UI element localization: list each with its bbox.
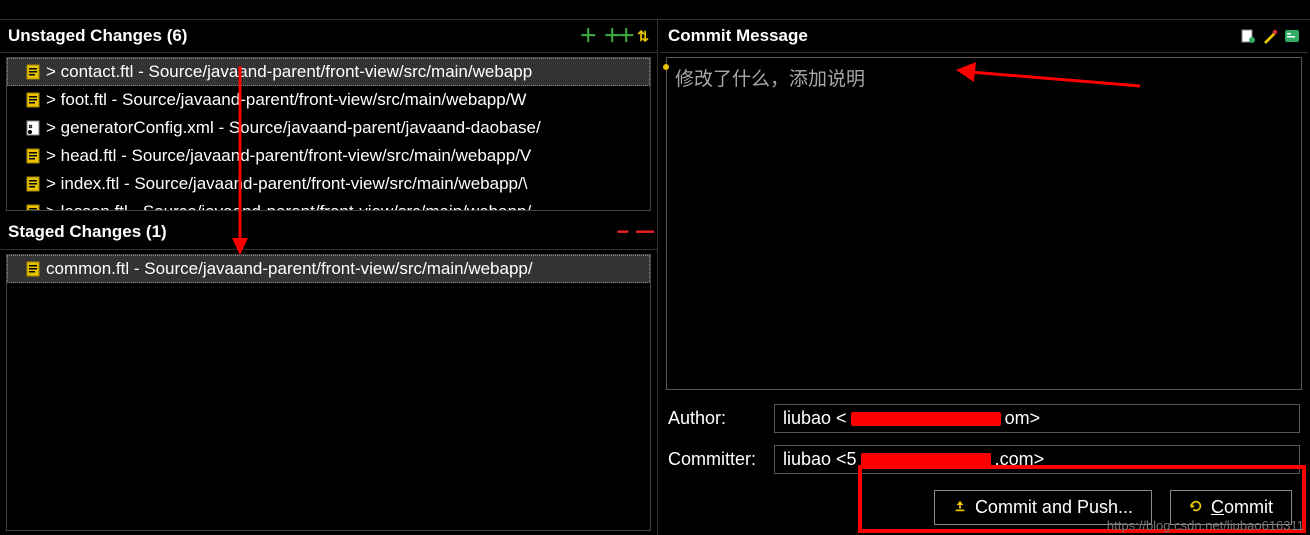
staged-list: common.ftl - Source/javaand-parent/front… <box>6 254 651 531</box>
author-prefix: liubao < <box>783 408 847 429</box>
amend-icon[interactable] <box>1240 28 1256 44</box>
committer-label: Committer: <box>668 449 766 470</box>
file-modified-icon <box>26 261 40 277</box>
upload-icon <box>953 497 967 518</box>
file-label: > contact.ftl - Source/javaand-parent/fr… <box>46 62 532 82</box>
watermark: https://blog.csdn.net/liubao616311 <box>1107 518 1304 533</box>
committer-suffix: .com> <box>995 449 1045 470</box>
sign-off-icon[interactable] <box>1262 28 1278 44</box>
file-row[interactable]: common.ftl - Source/javaand-parent/front… <box>7 255 650 283</box>
remove-all-icon[interactable]: −− <box>635 221 649 243</box>
unstaged-title: Unstaged Changes (6) <box>8 26 187 46</box>
marker-icon <box>663 64 669 70</box>
file-modified-icon <box>26 148 40 164</box>
add-selected-icon[interactable]: ＋ <box>579 27 597 45</box>
commit-push-label: Commit and Push... <box>975 497 1133 518</box>
file-label: common.ftl - Source/javaand-parent/front… <box>46 259 533 279</box>
commit-header-title: Commit Message <box>668 26 808 46</box>
file-modified-icon <box>26 204 40 211</box>
file-row[interactable]: > index.ftl - Source/javaand-parent/fron… <box>7 170 650 198</box>
unstaged-toolbar: ＋ ＋＋ ⇅ <box>579 27 649 45</box>
commit-placeholder: 修改了什么，添加说明 <box>675 69 865 90</box>
file-row[interactable]: > generatorConfig.xml - Source/javaand-p… <box>7 114 650 142</box>
commit-header: Commit Message <box>660 20 1308 53</box>
file-label: > head.ftl - Source/javaand-parent/front… <box>46 146 531 166</box>
staged-header: Staged Changes (1) − −− <box>0 215 657 250</box>
redacted-text <box>851 412 1001 426</box>
unstaged-header: Unstaged Changes (6) ＋ ＋＋ ⇅ <box>0 20 657 53</box>
author-field[interactable]: liubao < om> <box>774 404 1300 433</box>
author-suffix: om> <box>1005 408 1041 429</box>
top-bar <box>0 0 1310 20</box>
right-panel: Commit Message 修改了什么，添加说明 Author: liubao… <box>658 20 1310 535</box>
remove-selected-icon[interactable]: − <box>616 221 629 243</box>
file-label: > index.ftl - Source/javaand-parent/fron… <box>46 174 527 194</box>
file-modified-icon <box>26 176 40 192</box>
main-container: Unstaged Changes (6) ＋ ＋＋ ⇅ > contact.ft… <box>0 20 1310 535</box>
file-label: > generatorConfig.xml - Source/javaand-p… <box>46 118 541 138</box>
author-row: Author: liubao < om> <box>660 398 1308 439</box>
file-modified-icon <box>26 64 40 80</box>
file-modified-icon <box>26 92 40 108</box>
commit-message-input[interactable]: 修改了什么，添加说明 <box>666 57 1302 390</box>
unstaged-list: > contact.ftl - Source/javaand-parent/fr… <box>6 57 651 211</box>
committer-prefix: liubao <5 <box>783 449 857 470</box>
left-panel: Unstaged Changes (6) ＋ ＋＋ ⇅ > contact.ft… <box>0 20 658 535</box>
file-row[interactable]: > foot.ftl - Source/javaand-parent/front… <box>7 86 650 114</box>
file-row[interactable]: > head.ftl - Source/javaand-parent/front… <box>7 142 650 170</box>
committer-field[interactable]: liubao <5 .com> <box>774 445 1300 474</box>
committer-row: Committer: liubao <5 .com> <box>660 439 1308 480</box>
file-label: > lesson.ftl - Source/javaand-parent/fro… <box>46 202 531 211</box>
file-xml-icon <box>26 120 40 136</box>
staged-toolbar: − −− <box>616 221 649 243</box>
file-label: > foot.ftl - Source/javaand-parent/front… <box>46 90 526 110</box>
sort-icon[interactable]: ⇅ <box>637 28 649 45</box>
change-id-icon[interactable] <box>1284 28 1300 44</box>
commit-icon <box>1189 497 1203 518</box>
commit-label: Commit <box>1211 497 1273 518</box>
file-row[interactable]: > lesson.ftl - Source/javaand-parent/fro… <box>7 198 650 211</box>
staged-title: Staged Changes (1) <box>8 222 167 242</box>
author-label: Author: <box>668 408 766 429</box>
add-all-icon[interactable]: ＋＋ <box>603 27 631 45</box>
redacted-text <box>861 453 991 467</box>
commit-toolbar <box>1240 28 1300 44</box>
file-row[interactable]: > contact.ftl - Source/javaand-parent/fr… <box>7 58 650 86</box>
